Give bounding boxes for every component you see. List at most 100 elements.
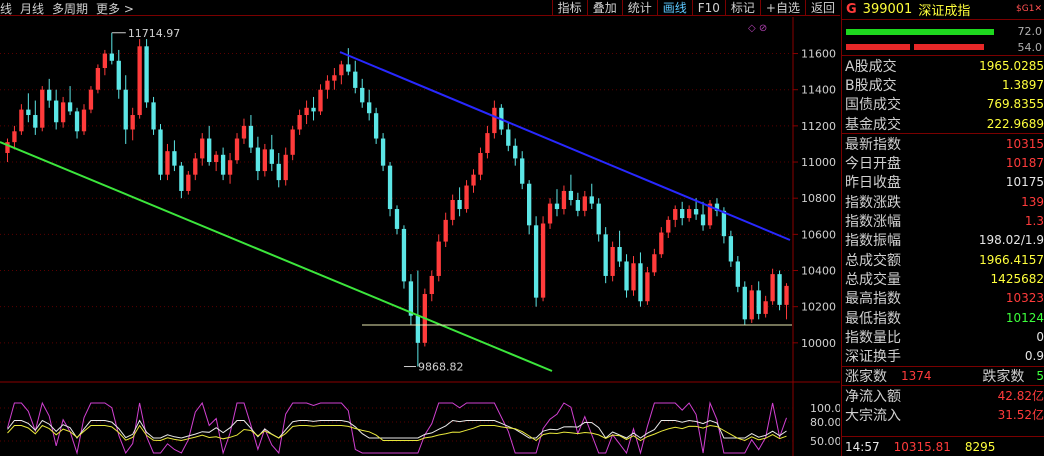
index-row: 最新指数 10315: [842, 134, 1044, 153]
index-row: 指数振幅 198.02/1.9: [842, 231, 1044, 250]
price-tick-label: 10400: [801, 265, 836, 278]
toolbar-button-5[interactable]: 标记: [724, 0, 760, 16]
toolbar-button-2[interactable]: 统计: [621, 0, 657, 16]
candle-down: [367, 102, 372, 114]
indicator-line-purple: [7, 401, 787, 455]
toolbar-button-0[interactable]: 指标: [551, 0, 587, 16]
volume-row: B股成交 1.3897: [842, 75, 1044, 94]
candle-down: [207, 138, 212, 163]
candle-up: [547, 203, 553, 224]
kline-svg[interactable]: 11600 11400 11200 11000 10800 10600 10400 10200…: [0, 17, 840, 456]
candle-up: [478, 152, 483, 175]
quote-panel: G 399001 深证成指 $G1✕ 72.0 54.0 A股成交 1965.02…: [841, 0, 1044, 456]
volume-label: 国债成交: [845, 97, 901, 114]
candle-down: [575, 200, 581, 211]
price-tick-label: 10600: [801, 228, 836, 241]
index-label: 指数量比: [845, 329, 901, 346]
candle-up: [631, 263, 636, 291]
period-tab-2[interactable]: 多周期: [52, 0, 88, 17]
toolbar-buttons: 指标 叠加 统计 画线 F10 标记 +自选 返回: [551, 0, 840, 16]
price-tick-label: 11600: [801, 48, 836, 61]
candle-up: [19, 109, 24, 132]
candle-up: [262, 149, 267, 172]
resistance-trendline: [339, 51, 791, 241]
candle-up: [673, 209, 678, 220]
corner-tools-icon[interactable]: ◇ ⊘: [748, 23, 767, 34]
candle-up: [485, 133, 490, 153]
candle-up: [193, 158, 198, 175]
red-strength-bar: [846, 44, 910, 50]
toolbar-button-1[interactable]: 叠加: [586, 0, 622, 16]
candle-up: [200, 138, 205, 159]
toolbar-button-4[interactable]: F10: [691, 0, 725, 16]
period-tabs: 线月线 多周期 更多 >: [0, 0, 142, 16]
period-tab-3[interactable]: 更多 >: [96, 0, 134, 17]
candle-up: [659, 232, 664, 255]
period-tab-1[interactable]: 月线: [20, 0, 44, 17]
index-value: 10187: [1005, 156, 1044, 171]
candle-up: [610, 247, 615, 276]
candle-down: [457, 200, 462, 210]
candle-down: [360, 87, 365, 103]
candle-up: [60, 102, 66, 123]
tick-volume: 8295: [964, 439, 996, 454]
candle-up: [471, 174, 476, 186]
candle-up: [540, 223, 546, 298]
candle-up: [464, 185, 469, 210]
candle-down: [735, 261, 740, 287]
index-label: 总成交量: [845, 271, 901, 288]
period-tab-0[interactable]: 线: [0, 0, 12, 17]
breadth-row: 涨家数 1374 跌家数 5: [842, 365, 1044, 385]
index-value: 10124: [1005, 310, 1044, 325]
candle-down: [533, 225, 539, 298]
index-value: 10315: [1005, 136, 1044, 151]
tick-time: 14:57: [845, 439, 880, 454]
candle-up: [332, 75, 337, 81]
toolbar-button-3[interactable]: 画线: [656, 0, 692, 16]
candle-up: [450, 200, 455, 220]
candle-up: [443, 219, 448, 242]
toolbar-button-7[interactable]: 返回: [804, 0, 840, 16]
close-tag-icon[interactable]: $G1✕: [1016, 4, 1042, 14]
candle-down: [123, 89, 128, 130]
candle-up: [763, 301, 768, 314]
flow-label: 大宗流入: [845, 408, 901, 424]
index-label: 最新指数: [845, 136, 901, 153]
candle-down: [506, 129, 511, 146]
volume-row: 基金成交 222.9689: [842, 114, 1044, 133]
index-row: 指数量比 0: [842, 327, 1044, 346]
candle-down: [728, 236, 734, 262]
candle-up: [318, 89, 323, 112]
candle-up: [784, 285, 789, 305]
candle-up: [40, 89, 45, 128]
candle-up: [666, 219, 671, 233]
candle-down: [255, 147, 261, 172]
volume-rows: A股成交 1965.0285 B股成交 1.3897 国债成交 769.8355 基金成交 2…: [842, 56, 1044, 133]
index-label: 指数振幅: [845, 233, 901, 250]
price-tick-label: 10200: [801, 301, 836, 314]
index-label: 昨日收盘: [845, 175, 901, 192]
candle-down: [116, 60, 121, 90]
index-row: 总成交量 1425682: [842, 269, 1044, 288]
candle-down: [144, 46, 149, 103]
candle-down: [777, 274, 782, 305]
candle-up: [130, 115, 135, 130]
candle-down: [248, 125, 254, 148]
index-label: 总成交额: [845, 252, 901, 269]
candle-down: [721, 210, 727, 237]
toolbar-button-6[interactable]: +自选: [759, 0, 805, 16]
down-count-label: 跌家数: [982, 368, 1025, 385]
flow-value: 42.82亿: [997, 389, 1044, 404]
candle-down: [269, 149, 274, 164]
candle-down: [603, 234, 608, 276]
red-strength-bar-2: [914, 44, 984, 50]
candle-up: [436, 241, 441, 276]
candle-up: [12, 131, 17, 143]
candle-up: [645, 272, 650, 302]
volume-row: A股成交 1965.0285: [842, 56, 1044, 75]
up-count-label: 涨家数: [845, 368, 887, 385]
candle-up: [652, 254, 657, 273]
index-row: 昨日收盘 10175: [842, 173, 1044, 192]
price-tick-label: 10800: [801, 192, 836, 205]
kline-chart[interactable]: 11600 11400 11200 11000 10800 10600 10400 10200…: [0, 17, 840, 456]
